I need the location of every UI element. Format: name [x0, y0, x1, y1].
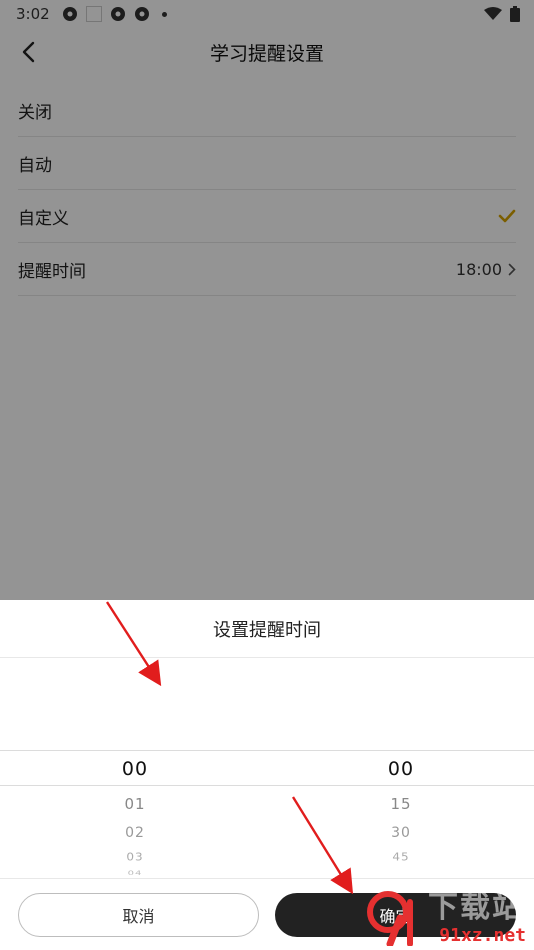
- minute-wheel[interactable]: 00 15 30 45: [301, 658, 501, 878]
- cancel-button[interactable]: 取消: [18, 892, 259, 937]
- hour-option[interactable]: 02: [35, 825, 235, 841]
- minute-option[interactable]: 15: [301, 795, 501, 813]
- hour-option[interactable]: 03: [35, 851, 235, 863]
- time-picker: 00 01 02 03 04 00 15 30 45: [0, 658, 534, 878]
- minute-selected[interactable]: 00: [301, 758, 501, 780]
- minute-option[interactable]: 45: [301, 851, 501, 863]
- hour-option[interactable]: 04: [35, 870, 235, 877]
- confirm-button[interactable]: 确定: [275, 892, 516, 937]
- time-picker-sheet: 设置提醒时间 00 01 02 03 04 00 15 30 45 取消 确定: [0, 600, 534, 950]
- hour-selected[interactable]: 00: [35, 758, 235, 780]
- minute-option[interactable]: 30: [301, 825, 501, 841]
- hour-wheel[interactable]: 00 01 02 03 04: [35, 658, 235, 878]
- sheet-actions: 取消 确定: [0, 878, 534, 950]
- hour-option[interactable]: 01: [35, 795, 235, 813]
- sheet-title: 设置提醒时间: [0, 600, 534, 658]
